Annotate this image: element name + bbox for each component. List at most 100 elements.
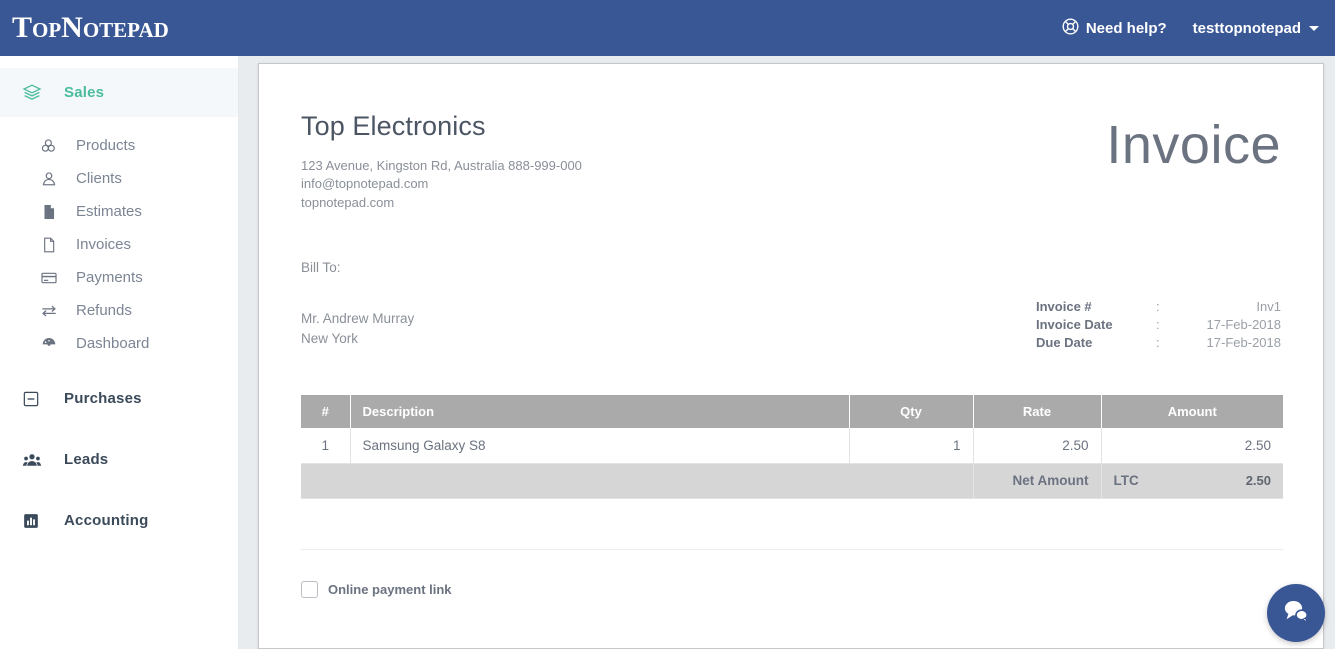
cubes-icon — [40, 137, 64, 155]
sidebar-item-clients-label: Clients — [76, 170, 122, 187]
online-payment-option: Online payment link — [301, 581, 1281, 598]
exchange-arrows-icon — [40, 302, 64, 320]
sidebar-item-payments[interactable]: Payments — [0, 261, 238, 294]
life-ring-icon — [1062, 18, 1079, 39]
invoice-parties-block: Bill To: Mr. Andrew Murray New York Invo… — [301, 260, 1281, 352]
file-outline-icon — [40, 236, 64, 254]
sidebar-item-products-label: Products — [76, 137, 135, 154]
invoice-document-card: Top Electronics 123 Avenue, Kingston Rd,… — [258, 63, 1324, 649]
row-amount: 2.50 — [1101, 428, 1283, 463]
client-name: Mr. Andrew Murray — [301, 309, 414, 329]
bill-to-details: Mr. Andrew Murray New York — [301, 309, 414, 349]
due-date-row: Due Date : 17-Feb-2018 — [1036, 334, 1281, 352]
company-name: Top Electronics — [301, 112, 582, 142]
main-content-area: Top Electronics 123 Avenue, Kingston Rd,… — [239, 56, 1335, 649]
sidebar-item-estimates-label: Estimates — [76, 203, 142, 220]
company-address: 123 Avenue, Kingston Rd, Australia 888-9… — [301, 157, 582, 176]
net-amount-label: Net Amount — [973, 463, 1101, 498]
invoice-date-value: 17-Feb-2018 — [1206, 316, 1281, 334]
line-items-table-body: 1 Samsung Galaxy S8 1 2.50 2.50 Net Amou… — [301, 428, 1283, 498]
online-payment-checkbox[interactable] — [301, 581, 318, 598]
sidebar-item-products[interactable]: Products — [0, 129, 238, 162]
row-description: Samsung Galaxy S8 — [350, 428, 849, 463]
sidebar-item-invoices-label: Invoices — [76, 236, 131, 253]
invoice-date-label: Invoice Date — [1036, 316, 1156, 334]
column-header-description: Description — [350, 395, 849, 428]
sidebar-item-payments-label: Payments — [76, 269, 143, 286]
table-row[interactable]: 1 Samsung Galaxy S8 1 2.50 2.50 — [301, 428, 1283, 463]
sidebar-item-purchases-label: Purchases — [64, 390, 142, 407]
bill-to-label: Bill To: — [301, 260, 414, 275]
row-number: 1 — [301, 428, 350, 463]
totals-empty-cell — [301, 463, 973, 498]
chat-widget-button[interactable] — [1267, 584, 1325, 642]
users-group-icon — [22, 451, 48, 469]
sidebar-item-accounting[interactable]: Accounting — [0, 496, 238, 545]
sidebar-item-leads-label: Leads — [64, 451, 108, 468]
invoice-header-block: Top Electronics 123 Avenue, Kingston Rd,… — [301, 112, 1281, 212]
invoice-date-row: Invoice Date : 17-Feb-2018 — [1036, 316, 1281, 334]
online-payment-label[interactable]: Online payment link — [328, 582, 452, 597]
net-amount-currency: LTC — [1101, 463, 1283, 498]
line-items-table-head: # Description Qty Rate Amount — [301, 395, 1283, 428]
header-right-group: Need help? testtopnotepad — [1062, 18, 1319, 39]
sidebar-item-refunds-label: Refunds — [76, 302, 132, 319]
user-circle-icon — [40, 170, 64, 188]
invoice-number-label: Invoice # — [1036, 298, 1156, 316]
sidebar-item-purchases[interactable]: Purchases — [0, 374, 238, 423]
company-contact-block: 123 Avenue, Kingston Rd, Australia 888-9… — [301, 157, 582, 213]
line-items-table: # Description Qty Rate Amount 1 Samsung … — [301, 395, 1283, 499]
company-email: info@topnotepad.com — [301, 175, 582, 194]
sidebar-spacer-3 — [0, 423, 238, 435]
column-header-qty: Qty — [849, 395, 973, 428]
sidebar-item-sales[interactable]: Sales — [0, 68, 238, 117]
sidebar-spacer-4 — [0, 484, 238, 496]
sidebar-item-accounting-label: Accounting — [64, 512, 149, 529]
due-date-value: 17-Feb-2018 — [1206, 334, 1281, 352]
sidebar-item-invoices[interactable]: Invoices — [0, 228, 238, 261]
user-account-menu[interactable]: testtopnotepad — [1193, 20, 1319, 37]
top-header-bar: TopNotepad Need help? testtopnotepad — [0, 0, 1335, 56]
invoice-number-value: Inv1 — [1206, 298, 1281, 316]
sidebar-item-dashboard-label: Dashboard — [76, 335, 149, 352]
invoice-date-separator: : — [1156, 316, 1206, 334]
client-city: New York — [301, 329, 414, 349]
net-amount-row: Net Amount LTC — [301, 463, 1283, 498]
chat-bubbles-icon — [1280, 595, 1312, 632]
caret-down-icon — [1309, 26, 1319, 31]
company-info-block: Top Electronics 123 Avenue, Kingston Rd,… — [301, 112, 582, 212]
credit-card-icon — [40, 269, 64, 287]
row-qty: 1 — [849, 428, 973, 463]
sidebar-item-dashboard[interactable]: Dashboard — [0, 327, 238, 360]
due-date-separator: : — [1156, 334, 1206, 352]
sidebar-spacer-2 — [0, 360, 238, 374]
column-header-amount: Amount — [1101, 395, 1283, 428]
row-rate: 2.50 — [973, 428, 1101, 463]
minus-square-icon — [22, 390, 48, 408]
sidebar-item-clients[interactable]: Clients — [0, 162, 238, 195]
need-help-label: Need help? — [1086, 20, 1167, 37]
file-filled-icon — [40, 203, 64, 221]
table-header-row: # Description Qty Rate Amount — [301, 395, 1283, 428]
column-header-rate: Rate — [973, 395, 1101, 428]
due-date-label: Due Date — [1036, 334, 1156, 352]
bar-chart-square-icon — [22, 512, 48, 530]
user-account-label: testtopnotepad — [1193, 20, 1301, 37]
sidebar-item-estimates[interactable]: Estimates — [0, 195, 238, 228]
layers-icon — [22, 83, 48, 103]
sidebar-top-spacer — [0, 56, 238, 68]
invoice-meta-block: Invoice # : Inv1 Invoice Date : 17-Feb-2… — [1036, 298, 1281, 352]
sidebar-navigation: Sales Products Clients — [0, 56, 239, 649]
bill-to-block: Bill To: Mr. Andrew Murray New York — [301, 260, 414, 349]
column-header-number: # — [301, 395, 350, 428]
app-logo[interactable]: TopNotepad — [12, 13, 169, 43]
invoice-number-separator: : — [1156, 298, 1206, 316]
tachometer-icon — [40, 335, 64, 353]
sidebar-item-leads[interactable]: Leads — [0, 435, 238, 484]
company-website: topnotepad.com — [301, 194, 582, 213]
sidebar-item-sales-label: Sales — [64, 84, 104, 101]
need-help-button[interactable]: Need help? — [1062, 18, 1167, 39]
invoice-number-row: Invoice # : Inv1 — [1036, 298, 1281, 316]
sidebar-item-refunds[interactable]: Refunds — [0, 294, 238, 327]
invoice-document-title: Invoice — [1106, 118, 1281, 172]
